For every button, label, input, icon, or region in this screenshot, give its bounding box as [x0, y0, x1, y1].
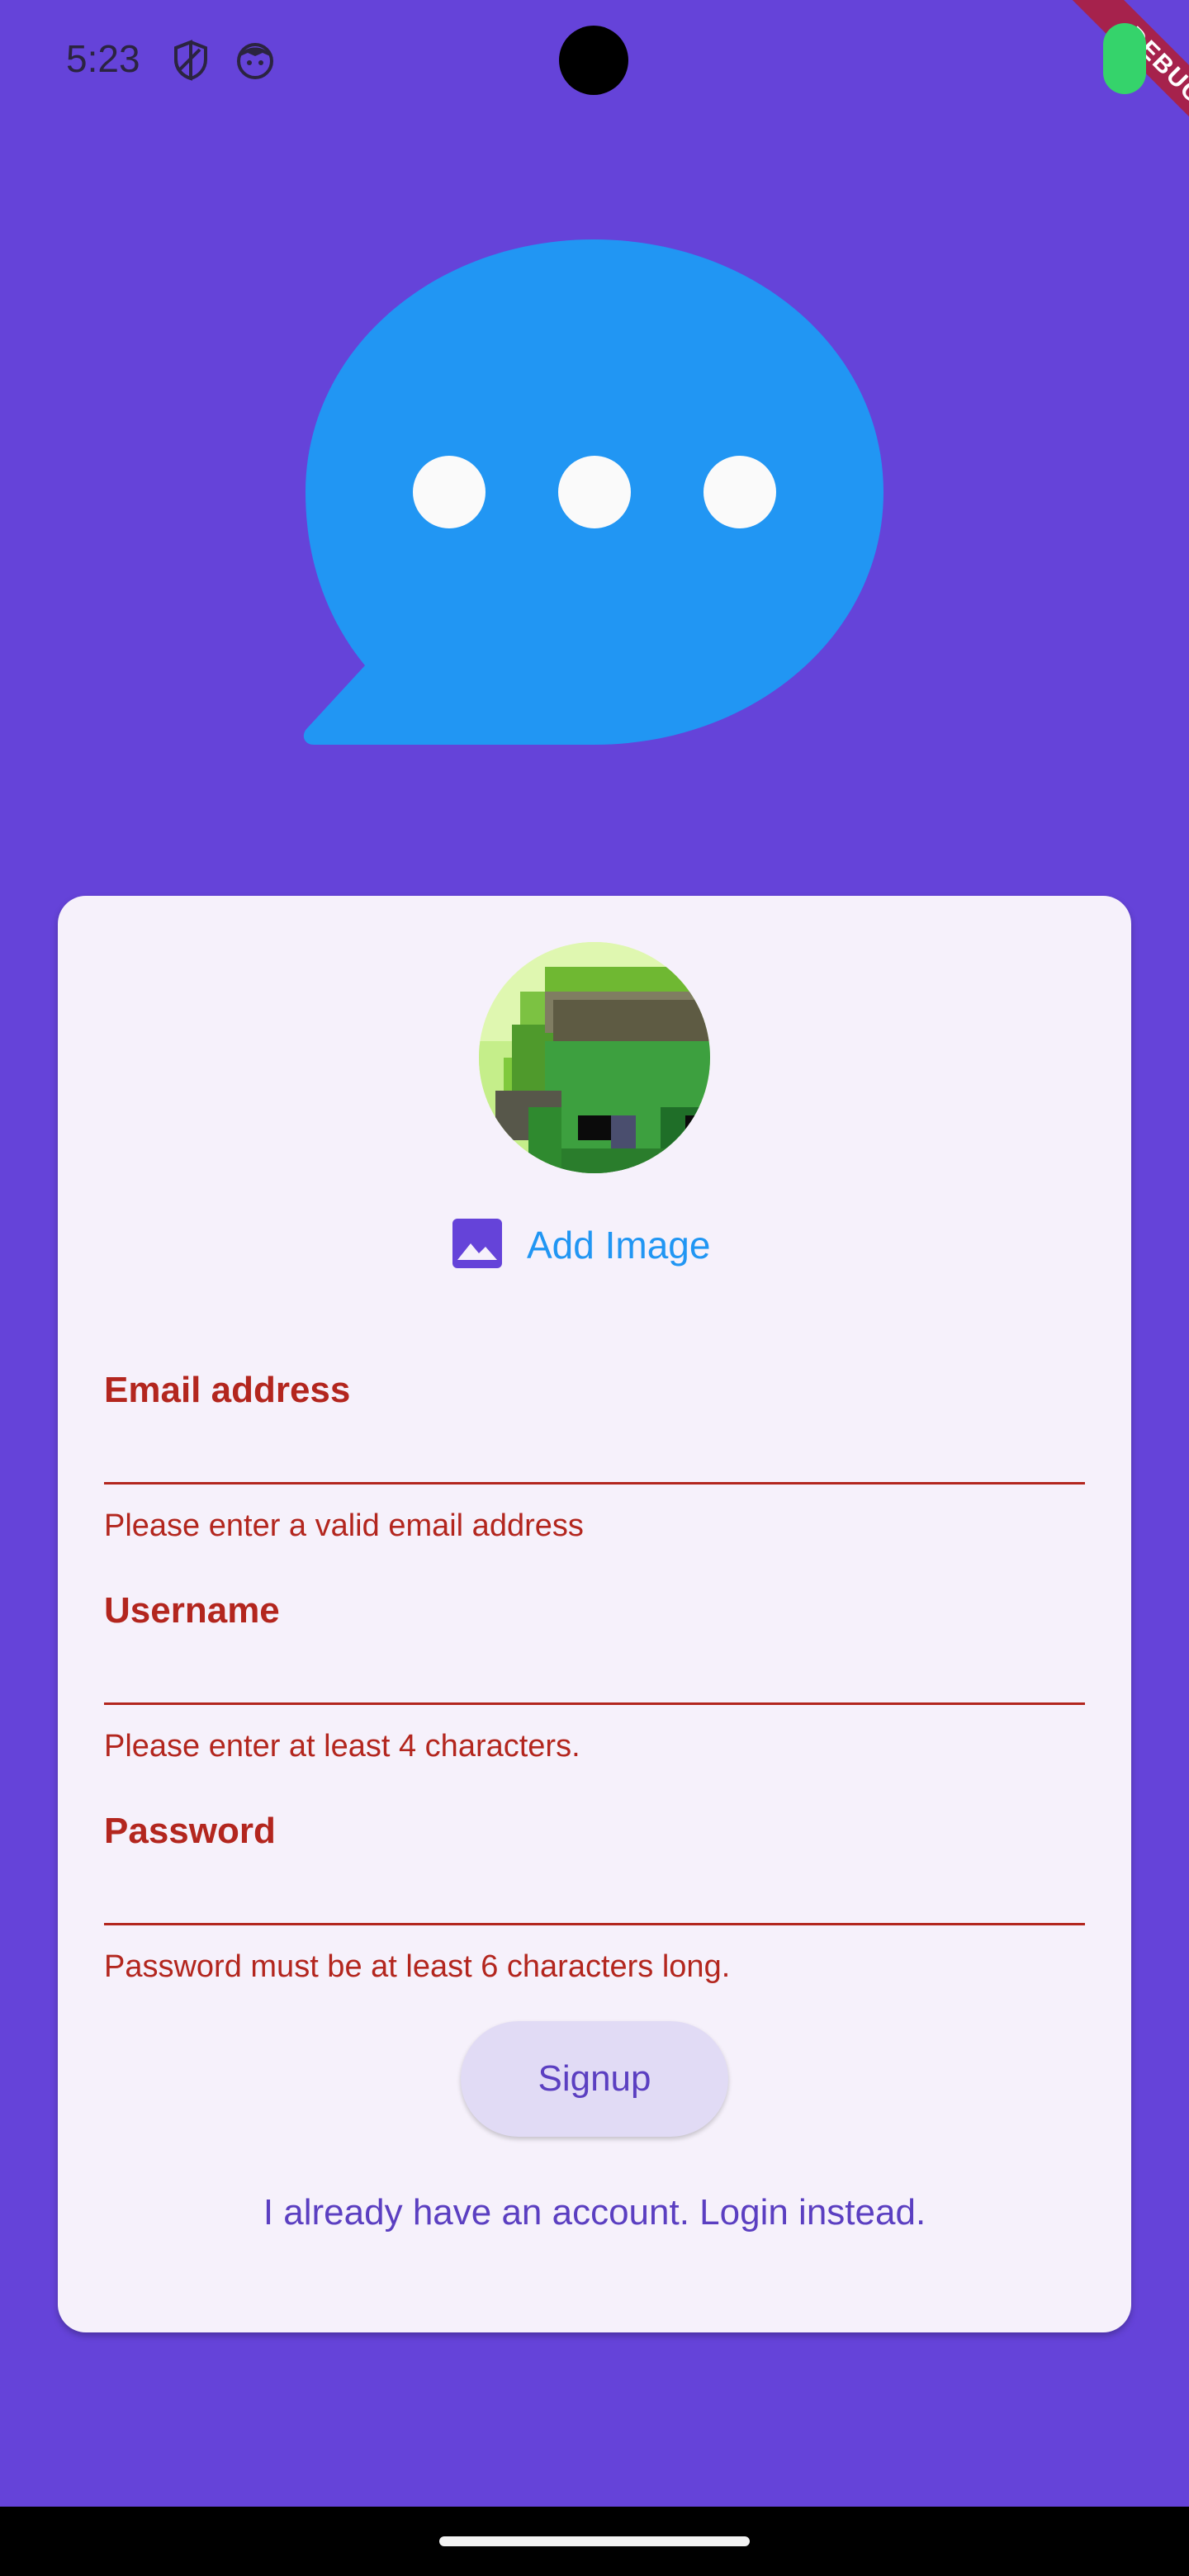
image-icon	[451, 1217, 504, 1274]
email-error: Please enter a valid email address	[104, 1508, 584, 1543]
password-label: Password	[104, 1811, 276, 1851]
add-image-label: Add Image	[527, 1224, 711, 1267]
username-label: Username	[104, 1590, 280, 1631]
password-field[interactable]	[104, 1873, 1085, 1925]
password-error: Password must be at least 6 characters l…	[104, 1949, 731, 1984]
signup-card: Add Image Email address Please enter a v…	[58, 896, 1131, 2332]
camera-cutout	[559, 26, 628, 95]
status-time: 5:23	[66, 37, 140, 80]
email-label: Email address	[104, 1370, 351, 1410]
status-bar: 5:23 DEBUG	[0, 0, 1189, 165]
email-field[interactable]	[104, 1432, 1085, 1485]
username-field[interactable]	[104, 1653, 1085, 1705]
chat-bubble-icon	[302, 236, 885, 750]
shield-icon	[172, 40, 210, 85]
login-instead-link[interactable]: I already have an account. Login instead…	[58, 2192, 1131, 2233]
add-image-button[interactable]: Add Image	[451, 1212, 710, 1278]
username-error: Please enter at least 4 characters.	[104, 1729, 580, 1764]
face-icon	[234, 40, 276, 85]
home-gesture-handle[interactable]	[439, 2536, 750, 2546]
pixel-avatar-image[interactable]	[479, 942, 710, 1173]
privacy-indicator	[1103, 23, 1146, 94]
signup-button[interactable]: Signup	[461, 2021, 728, 2137]
system-nav-bar	[0, 2507, 1189, 2576]
